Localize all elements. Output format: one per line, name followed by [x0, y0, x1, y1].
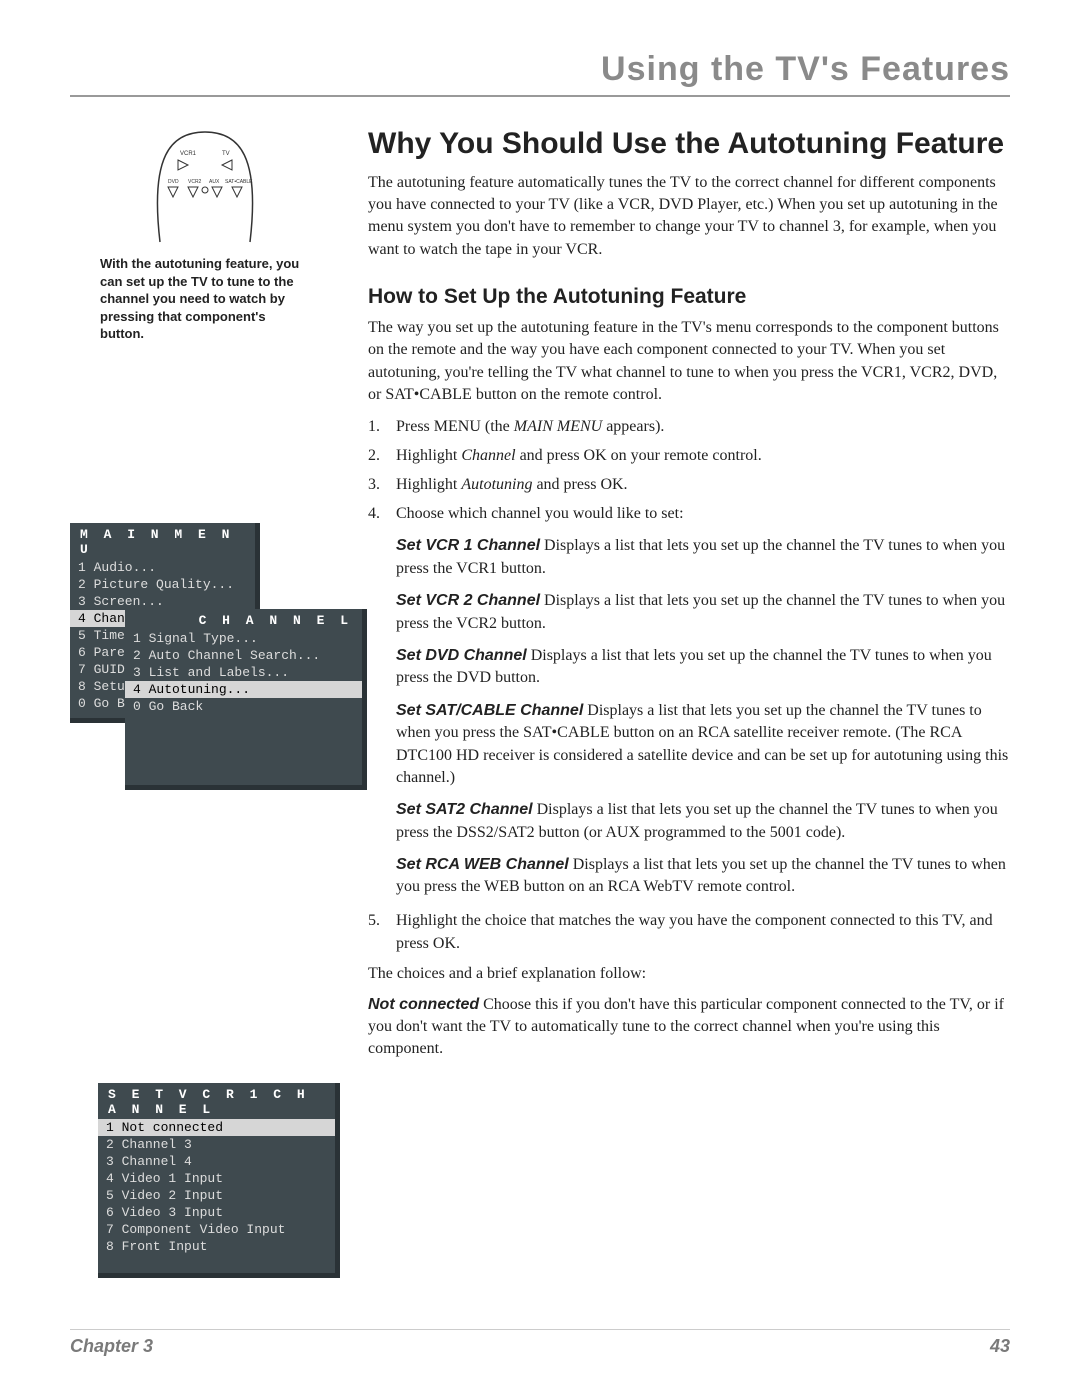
setup-intro-paragraph: The way you set up the autotuning featur… [368, 317, 1010, 407]
osd-row: 1 Audio... [70, 559, 255, 576]
page-footer: Chapter 3 43 [70, 1329, 1010, 1357]
sub-rca-web: Set RCA WEB Channel Displays a list that… [396, 854, 1010, 899]
sub-dvd: Set DVD Channel Displays a list that let… [396, 645, 1010, 690]
footer-chapter: Chapter 3 [70, 1336, 153, 1357]
osd-vcr-title: S E T V C R 1 C H A N N E L [98, 1083, 335, 1119]
osd-row: 2 Channel 3 [98, 1136, 335, 1153]
osd-channel-title: C H A N N E L [125, 609, 362, 630]
svg-text:SAT•CABLE: SAT•CABLE [225, 179, 253, 185]
step-2: Highlight Channel and press OK on your r… [368, 444, 1010, 467]
section-title: Using the TV's Features [601, 50, 1010, 88]
osd-set-vcr1-menu: S E T V C R 1 C H A N N E L 1 Not connec… [98, 1083, 340, 1278]
step-3: Highlight Autotuning and press OK. [368, 473, 1010, 496]
osd-row-highlighted: 4 Autotuning... [125, 681, 362, 698]
steps-list: Press MENU (the MAIN MENU appears). High… [368, 415, 1010, 956]
svg-text:VCR2: VCR2 [188, 179, 202, 185]
sub-satcable: Set SAT/CABLE Channel Displays a list th… [396, 700, 1010, 790]
osd-row: 6 Video 3 Input [98, 1204, 335, 1221]
osd-row: 3 List and Labels... [125, 664, 362, 681]
footer-page-number: 43 [990, 1336, 1010, 1357]
svg-text:TV: TV [222, 151, 230, 157]
page-header: Using the TV's Features [70, 50, 1010, 97]
osd-menu-stack: M A I N M E N U 1 Audio... 2 Picture Qua… [70, 523, 340, 783]
content-columns: VCR1 TV DVD VCR2 AUX SAT•CABLE With the … [70, 127, 1010, 1278]
osd-main-title: M A I N M E N U [70, 523, 255, 559]
right-column: Why You Should Use the Autotuning Featur… [368, 127, 1010, 1278]
osd-row: 5 Video 2 Input [98, 1187, 335, 1204]
remote-caption: With the autotuning feature, you can set… [100, 255, 310, 343]
sub-vcr1: Set VCR 1 Channel Displays a list that l… [396, 535, 1010, 580]
step-5: Highlight the choice that matches the wa… [368, 909, 1010, 955]
closing-intro: The choices and a brief explanation foll… [368, 963, 1010, 985]
not-connected-desc: Not connected Choose this if you don't h… [368, 994, 1010, 1061]
remote-icon: VCR1 TV DVD VCR2 AUX SAT•CABLE [140, 127, 270, 247]
svg-text:DVD: DVD [168, 179, 179, 185]
left-column: VCR1 TV DVD VCR2 AUX SAT•CABLE With the … [70, 127, 340, 1278]
svg-text:VCR1: VCR1 [180, 151, 197, 157]
osd-row: 0 Go Back [125, 698, 362, 715]
osd-row: 3 Screen... [70, 593, 255, 610]
article-h1: Why You Should Use the Autotuning Featur… [368, 127, 1010, 162]
channel-choices: Set VCR 1 Channel Displays a list that l… [396, 535, 1010, 898]
osd-row: 8 Front Input [98, 1238, 335, 1255]
osd-channel-menu: C H A N N E L 1 Signal Type... 2 Auto Ch… [125, 609, 367, 790]
article-h2: How to Set Up the Autotuning Feature [368, 285, 1010, 309]
osd-row-highlighted: 1 Not connected [98, 1119, 335, 1136]
osd-row: 3 Channel 4 [98, 1153, 335, 1170]
osd-row: 2 Auto Channel Search... [125, 647, 362, 664]
osd-row: 2 Picture Quality... [70, 576, 255, 593]
svg-text:AUX: AUX [209, 179, 220, 185]
sub-sat2: Set SAT2 Channel Displays a list that le… [396, 799, 1010, 844]
step-4: Choose which channel you would like to s… [368, 502, 1010, 899]
sub-vcr2: Set VCR 2 Channel Displays a list that l… [396, 590, 1010, 635]
remote-illustration: VCR1 TV DVD VCR2 AUX SAT•CABLE With the … [70, 127, 340, 353]
intro-paragraph: The autotuning feature automatically tun… [368, 172, 1010, 262]
osd-row: 7 Component Video Input [98, 1221, 335, 1238]
step-1: Press MENU (the MAIN MENU appears). [368, 415, 1010, 438]
osd-row: 4 Video 1 Input [98, 1170, 335, 1187]
osd-row: 1 Signal Type... [125, 630, 362, 647]
